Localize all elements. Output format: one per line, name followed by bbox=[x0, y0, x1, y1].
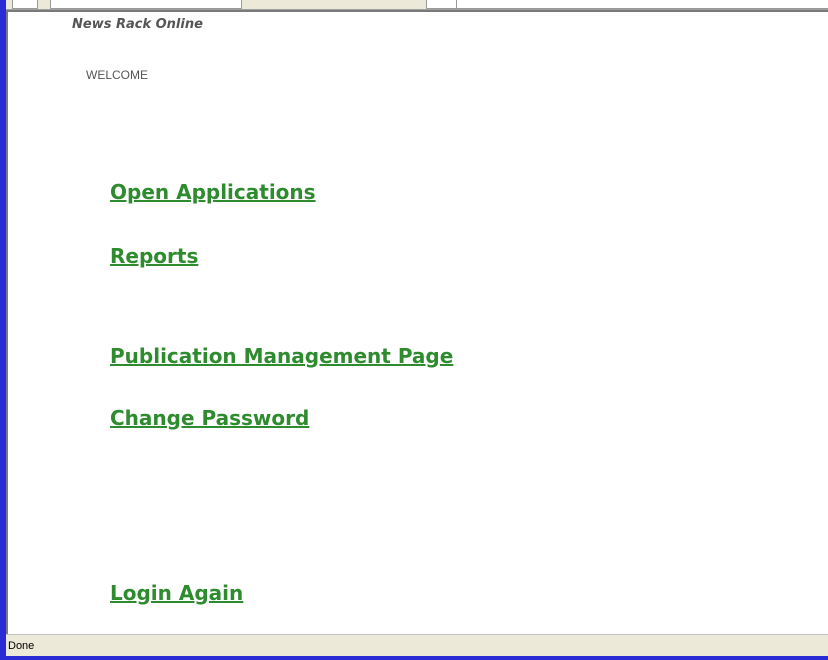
page-content: News Rack Online WELCOME Open Applicatio… bbox=[6, 10, 828, 634]
status-bar: Done bbox=[6, 634, 828, 656]
login-again-link[interactable]: Login Again bbox=[110, 581, 243, 605]
browser-window: News Rack Online WELCOME Open Applicatio… bbox=[0, 0, 828, 660]
site-title: News Rack Online bbox=[72, 17, 203, 32]
toolbar-segment[interactable] bbox=[456, 0, 828, 9]
toolbar-segment[interactable] bbox=[426, 0, 458, 9]
toolbar-segment[interactable] bbox=[12, 0, 38, 9]
change-password-link[interactable]: Change Password bbox=[110, 406, 309, 430]
window-bottom-edge bbox=[0, 656, 828, 660]
browser-toolbar-strip bbox=[6, 0, 828, 10]
status-text: Done bbox=[8, 640, 35, 652]
open-applications-link[interactable]: Open Applications bbox=[110, 180, 316, 204]
reports-link[interactable]: Reports bbox=[110, 244, 198, 268]
toolbar-segment[interactable] bbox=[50, 0, 242, 9]
publication-management-link[interactable]: Publication Management Page bbox=[110, 344, 453, 368]
welcome-text: WELCOME bbox=[86, 68, 149, 82]
